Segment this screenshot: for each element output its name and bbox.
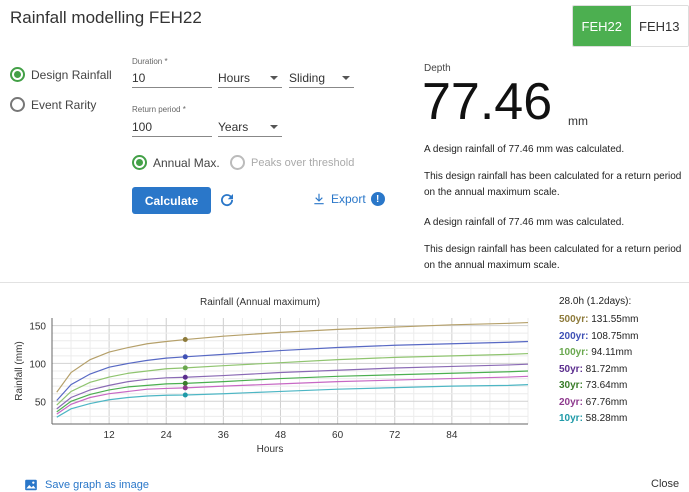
chevron-down-icon [342, 76, 350, 80]
close-button[interactable]: Close [651, 478, 679, 490]
return-period-value: 100 [132, 120, 153, 134]
feh22-toggle-button[interactable]: FEH22 [573, 6, 631, 46]
radio-checked-icon [132, 155, 147, 170]
x-tick-label: 36 [218, 430, 230, 441]
chart-title: Rainfall (Annual maximum) [200, 297, 321, 308]
depth-value: 77.46 [422, 73, 553, 131]
radio-checked-icon [10, 67, 25, 82]
duration-unit-value: Hours [218, 71, 251, 85]
legend-item: 10yr: 58.28mm [559, 413, 627, 424]
duration-unit-select[interactable]: Hours [218, 69, 282, 88]
y-tick-label: 50 [35, 397, 47, 408]
result-description: This design rainfall has been calculated… [424, 171, 682, 198]
calculate-button[interactable]: Calculate [132, 187, 211, 214]
page-title: Rainfall modelling FEH22 [10, 8, 202, 27]
y-tick-label: 100 [29, 359, 46, 370]
x-tick-label: 12 [104, 430, 116, 441]
legend-return-period: 10yr: [559, 413, 583, 424]
y-tick-label: 150 [29, 322, 46, 333]
event-rarity-radio[interactable]: Event Rarity [10, 97, 96, 112]
window-select[interactable]: Sliding [289, 69, 354, 88]
rainfall-chart: 12 24 36 48 60 72 84 50 100 150 Hours Rainfall (mm) [14, 318, 529, 455]
series-marker-500yr [182, 337, 188, 343]
legend-return-period: 20yr: [559, 396, 583, 408]
peaks-over-threshold-label: Peaks over threshold [251, 156, 355, 169]
x-tick-label: 48 [275, 430, 287, 441]
annual-max-label: Annual Max. [153, 155, 220, 170]
legend-item: 20yr: 67.76mm [559, 397, 627, 408]
x-tick-label: 60 [332, 430, 344, 441]
window-value: Sliding [289, 71, 326, 85]
legend-item: 50yr: 81.72mm [559, 364, 627, 375]
duration-value: 10 [132, 71, 146, 85]
legend-value: 67.76mm [582, 396, 628, 408]
series-marker-20yr [182, 385, 188, 391]
result-description: A design rainfall of 77.46 mm was calcul… [424, 217, 625, 228]
return-period-label: Return period * [132, 105, 186, 114]
legend-value: 108.75mm [588, 330, 639, 342]
radio-unchecked-icon [230, 155, 245, 170]
series-marker-10yr [182, 392, 188, 398]
return-period-unit-value: Years [218, 120, 249, 134]
result-description: This design rainfall has been calculated… [424, 244, 682, 271]
legend-item: 100yr: 94.11mm [559, 347, 632, 358]
export-button[interactable]: Export ! [312, 192, 385, 206]
legend-value: 81.72mm [582, 363, 628, 375]
image-icon [25, 479, 37, 491]
annual-max-radio[interactable]: Annual Max. [132, 155, 220, 170]
refresh-icon[interactable] [218, 191, 236, 209]
y-axis-label: Rainfall (mm) [14, 341, 25, 400]
legend-item: 30yr: 73.64mm [559, 380, 627, 391]
legend-value: 73.64mm [582, 380, 628, 391]
duration-input[interactable]: 10 [132, 69, 212, 88]
x-tick-label: 24 [161, 430, 173, 441]
result-description: A design rainfall of 77.46 mm was calcul… [424, 144, 625, 155]
chevron-down-icon [270, 76, 278, 80]
save-graph-label: Save graph as image [45, 479, 149, 491]
series-marker-50yr [182, 374, 188, 380]
design-rainfall-radio[interactable]: Design Rainfall [10, 67, 112, 82]
x-axis-label: Hours [257, 444, 284, 455]
return-period-input[interactable]: 100 [132, 118, 212, 137]
legend-item: 500yr: 131.55mm [559, 314, 639, 325]
peaks-over-threshold-radio[interactable]: Peaks over threshold [230, 155, 354, 170]
model-toggle: FEH22 FEH13 [572, 5, 689, 47]
return-period-unit-select[interactable]: Years [218, 118, 282, 137]
feh13-toggle-button[interactable]: FEH13 [630, 6, 688, 46]
depth-unit: mm [568, 114, 588, 128]
section-divider [0, 282, 689, 283]
legend-return-period: 500yr: [559, 314, 589, 325]
series-marker-200yr [182, 354, 188, 360]
radio-unchecked-icon [10, 97, 25, 112]
download-icon [314, 193, 324, 205]
legend-item: 200yr: 108.75mm [559, 331, 639, 342]
x-tick-label: 84 [446, 430, 458, 441]
chevron-down-icon [270, 125, 278, 129]
legend-return-period: 200yr: [559, 330, 589, 342]
series-marker-100yr [182, 365, 188, 371]
export-label: Export [331, 192, 366, 206]
save-graph-button[interactable]: Save graph as image [24, 478, 149, 492]
legend-header: 28.0h (1.2days): [559, 296, 632, 307]
legend-return-period: 30yr: [559, 380, 583, 391]
info-icon[interactable]: ! [370, 192, 385, 206]
legend-return-period: 100yr: [559, 347, 589, 358]
x-tick-label: 72 [389, 430, 401, 441]
legend-value: 94.11mm [588, 347, 633, 358]
duration-label: Duration * [132, 57, 168, 66]
series-marker-30yr [182, 380, 188, 386]
legend-value: 131.55mm [588, 314, 639, 325]
design-rainfall-label: Design Rainfall [31, 67, 112, 82]
event-rarity-label: Event Rarity [31, 97, 97, 112]
legend-value: 58.28mm [582, 413, 628, 424]
legend-return-period: 50yr: [559, 363, 583, 375]
